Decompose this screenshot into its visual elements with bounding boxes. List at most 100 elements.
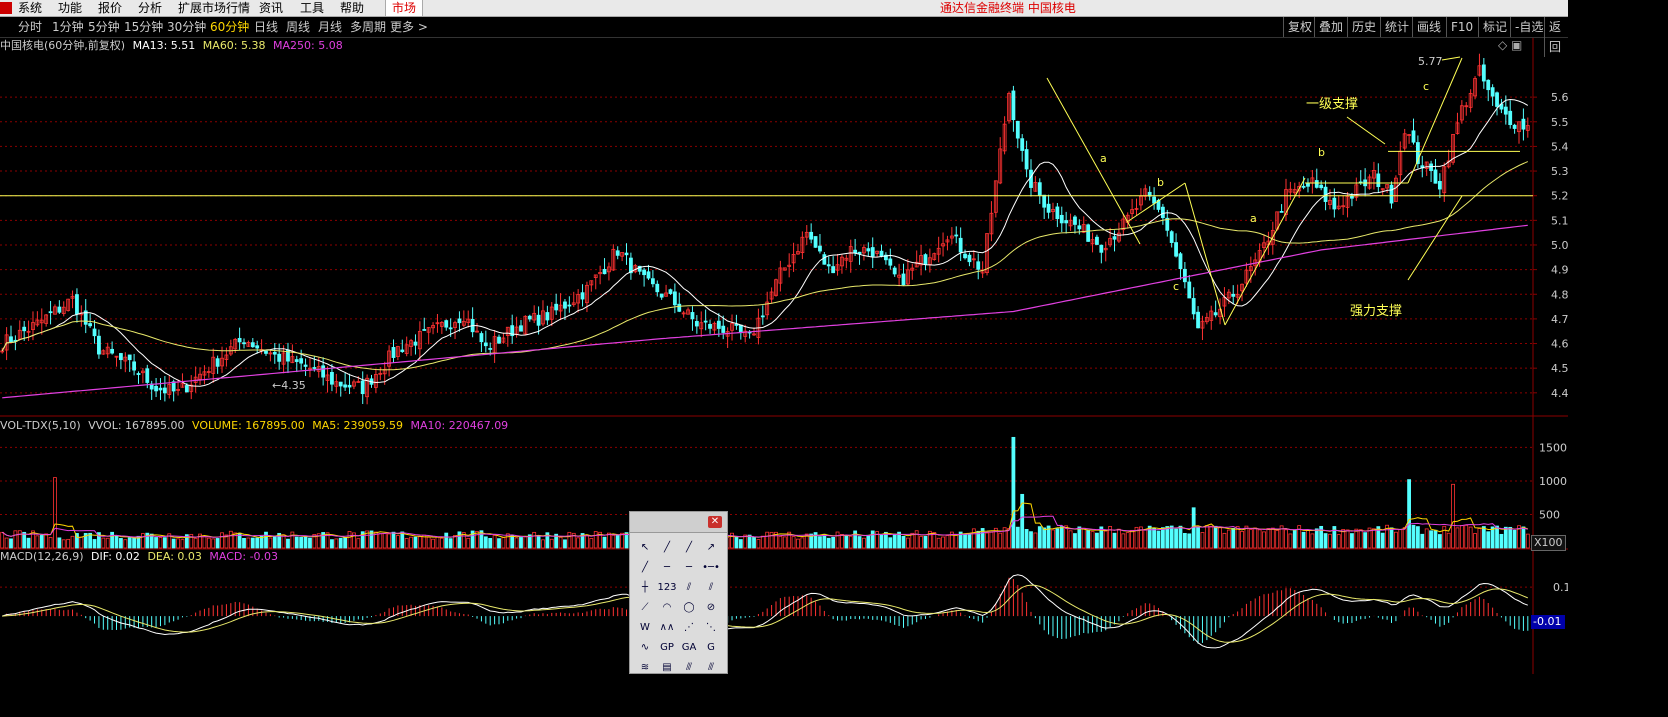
zigzag-tool-icon[interactable]: ⋰: [680, 618, 698, 636]
volume-bar: [1420, 533, 1425, 549]
period-intraday[interactable]: 分时: [18, 17, 42, 37]
volume-bar: [1499, 533, 1504, 549]
volume-bar: [501, 537, 506, 549]
menu-analysis[interactable]: 分析: [138, 0, 162, 16]
circle-tool-icon[interactable]: ◯: [680, 598, 698, 616]
parallel-lines-tool-icon[interactable]: ⫽: [680, 578, 698, 596]
volume-bar: [1257, 529, 1262, 549]
period-more[interactable]: 更多 >: [390, 17, 428, 37]
volume-bar: [193, 537, 198, 549]
volume-bar: [492, 535, 497, 549]
btn-restore-rights[interactable]: 复权: [1283, 17, 1312, 37]
candle-body: [294, 359, 299, 362]
channel-tool-icon[interactable]: ⫽: [702, 578, 720, 596]
ray-tool-icon[interactable]: ↗: [702, 538, 720, 556]
volume-bar: [901, 535, 906, 549]
price-label-tool-icon[interactable]: 123: [657, 578, 676, 596]
horizontal-line-tool-icon[interactable]: ─: [658, 558, 676, 576]
fib-fan-tool-icon[interactable]: ⫻: [680, 658, 698, 676]
volume-tick-label: 500: [1539, 508, 1560, 521]
btn-back[interactable]: 返回: [1544, 17, 1568, 57]
arc-tool-icon[interactable]: ◠: [658, 598, 676, 616]
fan-tool-icon[interactable]: ⟋: [636, 598, 654, 616]
candle-body: [708, 323, 712, 329]
period-60min[interactable]: 60分钟: [210, 17, 249, 37]
menu-quote[interactable]: 报价: [98, 0, 122, 16]
drawing-tools-palette[interactable]: ✕ ↖ ╱ ╱ ↗ ╱ ─ ─ •─• ┼ 123 ⫽ ⫽ ⟋ ◠ ◯ ⊘ W …: [629, 511, 728, 674]
vertical-line-tool-icon[interactable]: ┼: [636, 578, 654, 596]
volume-bar: [1459, 524, 1464, 549]
btn-overlay[interactable]: 叠加: [1314, 17, 1343, 37]
straight-line-tool-icon[interactable]: ╱: [680, 538, 698, 556]
volume-bar: [1240, 530, 1244, 549]
menu-help[interactable]: 帮助: [340, 0, 364, 16]
period-month[interactable]: 月线: [318, 17, 342, 37]
wave-3-tool-icon[interactable]: ⋱: [702, 618, 720, 636]
volume-bar: [1266, 528, 1271, 549]
volume-bar: [387, 533, 391, 549]
candle-body: [818, 245, 822, 252]
gann-tool-icon[interactable]: ∿: [636, 638, 654, 656]
trend-line-tool-icon[interactable]: ╱: [636, 558, 654, 576]
volume-bar: [857, 536, 862, 549]
line-segment-tool-icon[interactable]: ╱: [658, 538, 676, 556]
cycle-tool-icon[interactable]: ⊘: [702, 598, 720, 616]
volume-header: VOL-TDX(5,10) VVOL: 167895.00 VOLUME: 16…: [0, 419, 508, 433]
horizontal-ray-tool-icon[interactable]: ─: [680, 558, 698, 576]
menu-ext-market[interactable]: 扩展市场行情: [178, 0, 250, 16]
volume-bar: [800, 537, 805, 549]
cursor-tool-icon[interactable]: ↖: [636, 538, 654, 556]
btn-history[interactable]: 历史: [1347, 17, 1376, 37]
fib-time-tool-icon[interactable]: ▤: [658, 658, 676, 676]
palette-titlebar[interactable]: ✕: [630, 512, 727, 533]
candle-body: [1160, 206, 1165, 219]
period-30min[interactable]: 30分钟: [167, 17, 206, 37]
gann-price-tool-icon[interactable]: GP: [658, 638, 676, 656]
menu-function[interactable]: 功能: [58, 0, 82, 16]
gann-grid-tool-icon[interactable]: G: [702, 638, 720, 656]
candle-body: [448, 327, 453, 330]
horizontal-segment-tool-icon[interactable]: •─•: [702, 558, 720, 576]
period-1min[interactable]: 1分钟: [52, 17, 84, 37]
btn-draw[interactable]: 画线: [1412, 17, 1441, 37]
wave-w-tool-icon[interactable]: W: [636, 618, 654, 636]
menu-tools[interactable]: 工具: [300, 0, 324, 16]
volume-bar: [923, 536, 928, 549]
volume-bar: [1200, 532, 1205, 549]
btn-f10[interactable]: F10: [1446, 17, 1473, 37]
fib-arc-tool-icon[interactable]: ⫻: [702, 658, 720, 676]
volume-bar: [738, 539, 743, 549]
volume-bar: [1275, 529, 1280, 549]
menu-system[interactable]: 系统: [18, 0, 42, 16]
menu-info[interactable]: 资讯: [259, 0, 283, 16]
btn-mark[interactable]: 标记: [1478, 17, 1507, 37]
candle-body: [1332, 197, 1337, 210]
period-15min[interactable]: 15分钟: [124, 17, 163, 37]
candle-body: [738, 324, 743, 334]
volume-bar: [426, 536, 431, 549]
period-day[interactable]: 日线: [254, 17, 278, 37]
period-week[interactable]: 周线: [286, 17, 310, 37]
volume-bar: [180, 539, 185, 549]
period-5min[interactable]: 5分钟: [88, 17, 120, 37]
volume-bar: [1125, 532, 1130, 549]
layout-toggle-icon[interactable]: ◇ ▣: [1498, 38, 1522, 52]
price-tick-label: 4.7: [1551, 313, 1568, 326]
volume-bar: [211, 538, 216, 549]
palette-close-button[interactable]: ✕: [708, 516, 722, 528]
candle-body: [1086, 224, 1091, 242]
volume-bar: [382, 533, 387, 549]
volume-bar: [79, 536, 84, 549]
volume-bar: [769, 531, 774, 549]
btn-stats[interactable]: 统计: [1380, 17, 1409, 37]
gann-angle-tool-icon[interactable]: GA: [680, 638, 698, 656]
wave-5-tool-icon[interactable]: ∧∧: [658, 618, 676, 636]
period-multi[interactable]: 多周期: [350, 17, 386, 37]
market-tab[interactable]: 市场: [385, 0, 424, 16]
volume-bar: [866, 534, 871, 549]
candle-body: [1503, 106, 1508, 115]
volume-bar: [400, 531, 405, 549]
fib-tool-icon[interactable]: ≋: [636, 658, 654, 676]
btn-watchlist[interactable]: -自选: [1510, 17, 1543, 37]
candle-body: [299, 358, 304, 364]
